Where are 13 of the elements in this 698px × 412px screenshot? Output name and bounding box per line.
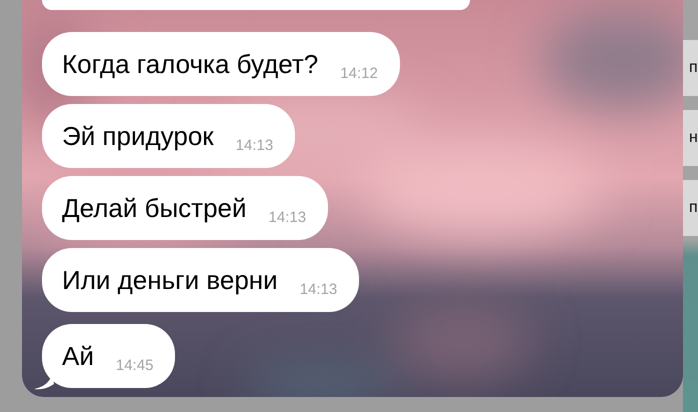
message-text: Ай (62, 340, 94, 372)
message-time: 14:13 (268, 208, 306, 226)
message-text: Или деньги верни (62, 264, 278, 296)
message-time: 14:13 (300, 280, 338, 298)
chat-list-item[interactable]: н (689, 129, 698, 147)
message-text: Делай быстрей (62, 192, 247, 224)
message-text: Эй придурок (62, 120, 214, 152)
message-text: Когда галочка будет? (62, 48, 318, 80)
chat-list-item[interactable]: п (689, 199, 698, 217)
message-time: 14:45 (116, 356, 154, 374)
message-time: 14:13 (236, 136, 274, 154)
chat-list-item[interactable]: п (689, 59, 698, 77)
message-time: 14:12 (340, 64, 378, 82)
